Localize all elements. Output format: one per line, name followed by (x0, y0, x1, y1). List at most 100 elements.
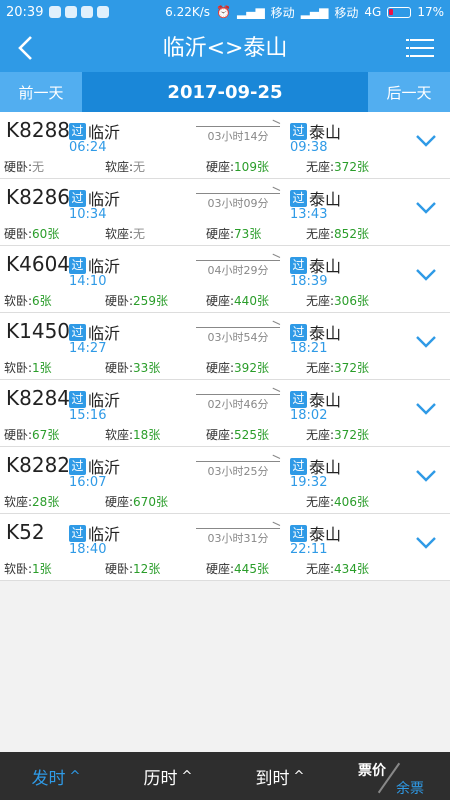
wechat-icon (65, 6, 78, 18)
seat-availability: 无座:306张 (306, 292, 369, 309)
pass-tag: 过 (69, 390, 86, 408)
chevron-down-icon (416, 202, 436, 214)
duration-arrow-icon (196, 193, 280, 194)
duration: 03小时14分 (207, 130, 269, 143)
duration: 03小时31分 (207, 532, 269, 545)
pass-tag: 过 (290, 390, 307, 408)
network-speed: 6.22K/s (165, 5, 211, 19)
departure-time: 18:40 (69, 542, 107, 557)
expand-button[interactable] (414, 329, 438, 353)
seat-count: 67张 (32, 428, 60, 442)
status-bar: 20:39 6.22K/s ⏰ ▂▄▆ 移动 ▂▄▆ 移动 4G 17% (0, 0, 450, 24)
seat-count: 440张 (234, 294, 269, 308)
price-remaining-toggle[interactable]: 票价 余票 (336, 752, 450, 800)
seat-count: 306张 (334, 294, 369, 308)
train-row[interactable]: K8284 过临沂 15:16 02小时46分过泰山 18:02 硬卧:67张 软座:18张… (0, 380, 450, 447)
notification-icons (49, 6, 110, 18)
seat-availability: 软座:无 (105, 158, 145, 175)
seat-type: 无座: (306, 160, 335, 174)
caret-up-icon: ^ (181, 768, 193, 784)
seat-availability: 无座:372张 (306, 426, 369, 443)
duration-arrow-icon (196, 126, 280, 127)
seat-type: 硬卧: (4, 160, 33, 174)
duration: 03小时25分 (207, 465, 269, 478)
expand-button[interactable] (414, 530, 438, 554)
duration: 03小时09分 (207, 197, 269, 210)
departure-time: 16:07 (69, 475, 107, 490)
seat-availability: 无座:372张 (306, 158, 369, 175)
seat-availability: 软卧:1张 (4, 359, 52, 376)
pass-tag: 过 (290, 256, 307, 274)
seat-type: 硬卧: (4, 428, 33, 442)
arrival-time: 18:02 (290, 408, 328, 423)
battery-icon (387, 6, 412, 18)
seat-count: 60张 (32, 227, 60, 241)
train-number: K4604 (6, 252, 71, 276)
duration: 03小时54分 (207, 331, 269, 344)
expand-button[interactable] (414, 463, 438, 487)
seat-count: 73张 (234, 227, 262, 241)
duration-arrow-icon (196, 260, 280, 261)
seat-type: 软座: (105, 428, 134, 442)
seat-type: 无座: (306, 562, 335, 576)
expand-button[interactable] (414, 396, 438, 420)
train-row[interactable]: K8288 过临沂 06:24 03小时14分过泰山 09:38 硬卧:无 软座:无 硬座:1… (0, 112, 450, 179)
departure-time: 14:27 (69, 341, 107, 356)
pass-tag: 过 (290, 122, 307, 140)
duration-arrow-icon (196, 528, 280, 529)
seat-count: 33张 (133, 361, 161, 375)
title-bar: 临沂<>泰山 (0, 24, 450, 72)
seat-type: 无座: (306, 294, 335, 308)
seat-type: 无座: (306, 428, 335, 442)
seat-type: 硬卧: (105, 562, 134, 576)
train-row[interactable]: K4604 过临沂 14:10 04小时29分过泰山 18:39 软卧:6张 硬卧:259张… (0, 246, 450, 313)
alarm-icon: ⏰ (216, 5, 231, 19)
seat-availability: 硬座:525张 (206, 426, 269, 443)
seat-type: 硬卧: (105, 361, 134, 375)
expand-button[interactable] (414, 195, 438, 219)
train-row[interactable]: K1450 过临沂 14:27 03小时54分过泰山 18:21 软卧:1张 硬卧:33张硬… (0, 313, 450, 380)
seat-type: 硬座: (206, 428, 235, 442)
seat-count: 392张 (234, 361, 269, 375)
arrival-time: 22:11 (290, 542, 328, 557)
expand-button[interactable] (414, 128, 438, 152)
caret-up-icon: ^ (293, 768, 305, 784)
seat-availability: 硬卧:无 (4, 158, 44, 175)
train-list: K8288 过临沂 06:24 03小时14分过泰山 09:38 硬卧:无 软座:无 硬座:1… (0, 112, 450, 581)
seat-type: 软座: (105, 227, 134, 241)
current-date[interactable]: 2017-09-25 (82, 82, 368, 103)
train-row[interactable]: K52 过临沂 18:40 03小时31分过泰山 22:11 软卧:1张 硬卧:12张 硬座:… (0, 514, 450, 581)
expand-button[interactable] (414, 262, 438, 286)
sort-duration-button[interactable]: 历时 ^ (112, 764, 224, 789)
sort-arrive-label: 到时 (255, 768, 290, 789)
arrival-time: 18:21 (290, 341, 328, 356)
train-row[interactable]: K8282 过临沂 16:07 03小时25分过泰山 19:32 软座:28张 硬座:670… (0, 447, 450, 514)
duration: 04小时29分 (207, 264, 269, 277)
pass-tag: 过 (290, 524, 307, 542)
seat-count: 670张 (133, 495, 168, 509)
app-icon (81, 6, 94, 18)
sort-depart-button[interactable]: 发时 ^ (0, 764, 112, 789)
seat-availability: 硬卧:259张 (105, 292, 168, 309)
menu-button[interactable] (406, 36, 434, 60)
seat-type: 软卧: (4, 294, 33, 308)
prev-day-button[interactable]: 前一天 (0, 72, 82, 112)
seat-type: 硬卧: (105, 294, 134, 308)
seat-type: 硬卧: (4, 227, 33, 241)
seat-availability: 软卧:6张 (4, 292, 52, 309)
train-number: K1450 (6, 319, 71, 343)
pass-tag: 过 (69, 256, 86, 274)
seat-availability: 硬座:73张 (206, 225, 261, 242)
network-type: 4G (364, 5, 382, 19)
seat-type: 软座: (4, 495, 33, 509)
seat-type: 软卧: (4, 361, 33, 375)
seat-availability: 硬卧:12张 (105, 560, 160, 577)
train-row[interactable]: K8286 过临沂 10:34 03小时09分过泰山 13:43 硬卧:60张 软座:无 硬座… (0, 179, 450, 246)
pass-tag: 过 (290, 323, 307, 341)
train-number: K8286 (6, 185, 71, 209)
seat-count: 1张 (32, 361, 52, 375)
departure-time: 10:34 (69, 207, 107, 222)
sort-arrive-button[interactable]: 到时 ^ (224, 764, 336, 789)
seat-count: 434张 (334, 562, 369, 576)
next-day-button[interactable]: 后一天 (368, 72, 450, 112)
